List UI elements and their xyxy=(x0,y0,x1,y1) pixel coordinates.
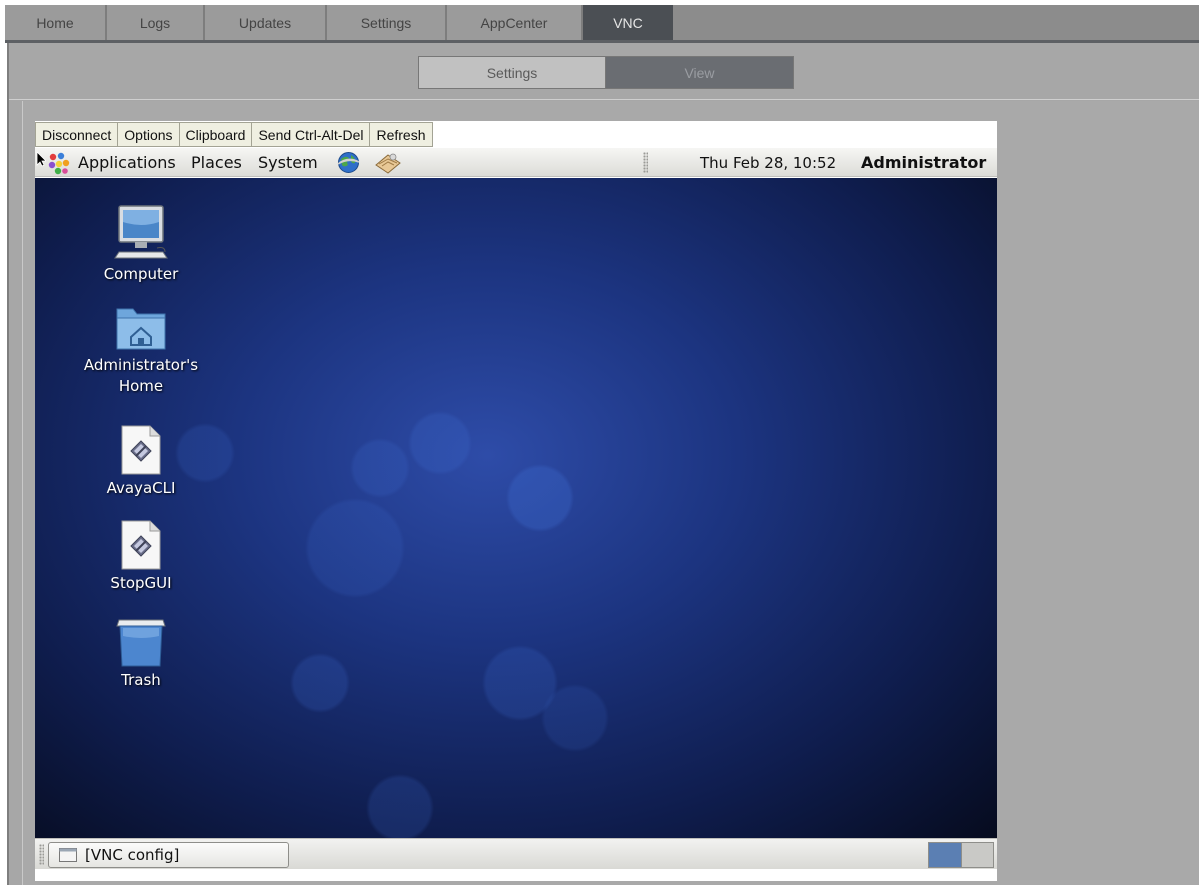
main-tab-bar: Home Logs Updates Settings AppCenter VNC xyxy=(5,5,1199,41)
workspace-2[interactable] xyxy=(961,843,993,867)
script-file-icon xyxy=(121,425,161,475)
subtab-settings[interactable]: Settings xyxy=(419,57,606,88)
system-menu[interactable]: System xyxy=(258,148,318,177)
tab-updates[interactable]: Updates xyxy=(205,5,327,40)
trash-label: Trash xyxy=(121,671,161,689)
window-icon xyxy=(59,848,77,862)
home-label-line1: Administrator's xyxy=(83,356,199,374)
applications-menu[interactable]: Applications xyxy=(78,148,176,177)
desktop-icon-stopgui[interactable]: StopGUI xyxy=(76,519,206,594)
web-browser-icon[interactable] xyxy=(336,150,361,175)
tab-appcenter[interactable]: AppCenter xyxy=(447,5,583,40)
tab-logs[interactable]: Logs xyxy=(107,5,205,40)
panel-clock[interactable]: Thu Feb 28, 10:52 xyxy=(700,148,836,177)
script-file-icon xyxy=(121,520,161,570)
tab-settings[interactable]: Settings xyxy=(327,5,447,40)
home-label-line2: Home xyxy=(118,377,164,395)
panel-handle xyxy=(39,844,44,865)
workspace-1[interactable] xyxy=(929,843,962,867)
taskbar-window-label: [VNC config] xyxy=(85,846,180,864)
mouse-cursor-icon xyxy=(36,151,46,167)
gnome-top-panel: Applications Places System Thu Feb 28, 1… xyxy=(35,148,997,177)
avayacli-label: AvayaCLI xyxy=(106,479,176,497)
desktop[interactable]: Computer Administrator's Home AvayaCLI S… xyxy=(35,178,997,838)
tab-home[interactable]: Home xyxy=(5,5,107,40)
panel-divider xyxy=(9,99,1199,100)
desktop-icon-trash[interactable]: Trash xyxy=(76,616,206,691)
desktop-icon-home[interactable]: Administrator's Home xyxy=(76,303,206,397)
disconnect-button[interactable]: Disconnect xyxy=(35,122,119,147)
computer-label: Computer xyxy=(103,265,179,283)
subtab-view[interactable]: View xyxy=(606,57,793,88)
user-menu[interactable]: Administrator xyxy=(861,148,986,177)
send-ctrl-alt-del-button[interactable]: Send Ctrl-Alt-Del xyxy=(251,122,371,147)
vnc-toolbar: Disconnect Options Clipboard Send Ctrl-A… xyxy=(35,121,433,148)
mail-client-icon[interactable] xyxy=(374,151,402,175)
taskbar-window-button[interactable]: [VNC config] xyxy=(48,842,289,868)
stopgui-label: StopGUI xyxy=(110,574,172,592)
applications-menu-icon[interactable] xyxy=(47,151,71,175)
desktop-icon-computer[interactable]: Computer xyxy=(76,204,206,285)
clipboard-button[interactable]: Clipboard xyxy=(178,122,253,147)
vnc-subtabs: Settings View xyxy=(418,56,794,89)
home-folder-icon xyxy=(116,308,166,350)
tab-vnc[interactable]: VNC xyxy=(583,5,673,40)
panel-handle xyxy=(643,152,648,173)
desktop-icon-avayacli[interactable]: AvayaCLI xyxy=(76,424,206,499)
gnome-bottom-panel: [VNC config] xyxy=(35,838,997,869)
workspace-switcher[interactable] xyxy=(928,842,994,868)
computer-icon xyxy=(114,205,168,259)
places-menu[interactable]: Places xyxy=(191,148,242,177)
trash-icon xyxy=(116,619,166,667)
refresh-button[interactable]: Refresh xyxy=(369,122,433,147)
options-button[interactable]: Options xyxy=(117,122,180,147)
